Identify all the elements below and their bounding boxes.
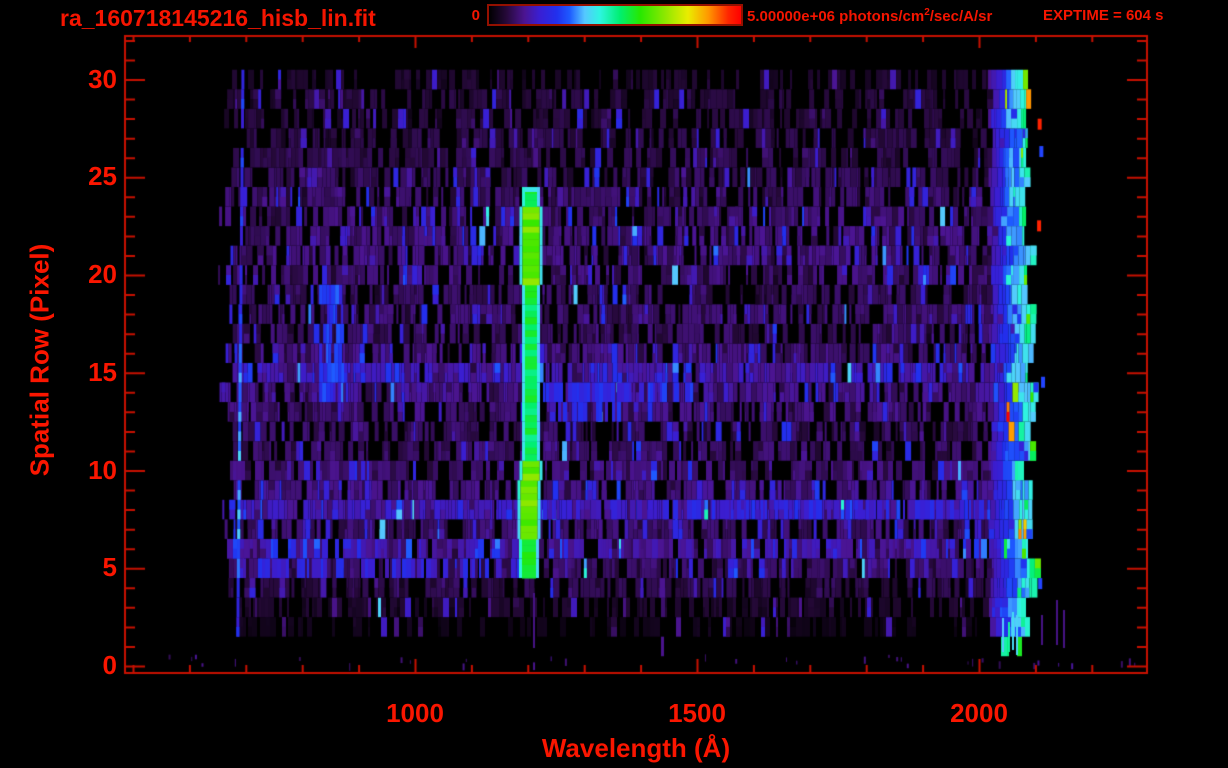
y-tick-label: 10: [88, 454, 117, 485]
colorbar-max-value: 5.00000e+06: [747, 8, 836, 25]
y-tick-label: 25: [88, 161, 117, 192]
spectrogram-canvas: [0, 0, 1228, 768]
x-tick-label: 2000: [950, 698, 1008, 728]
colorbar-units-prefix: photons/cm: [835, 8, 925, 25]
y-tick-label: 5: [102, 552, 117, 583]
colorbar-units-suffix: /sec/A/sr: [929, 8, 993, 25]
colorbar-min-label: 0: [471, 7, 480, 24]
y-tick-label: 0: [102, 650, 117, 680]
colorbar-gradient: [489, 6, 741, 24]
colorbar-max-label: 5.00000e+06 photons/cm2/sec/A/sr: [747, 7, 992, 25]
x-tick-label: 1500: [668, 698, 726, 728]
idl-plot-window: ra_160718145216_hisb_lin.fit 0 5.00000e+…: [0, 0, 1228, 768]
x-tick-label: 1000: [386, 698, 444, 728]
x-axis-title: Wavelength (Å): [541, 733, 731, 763]
y-tick-label: 15: [88, 356, 117, 387]
exptime-label: EXPTIME = 604 s: [1043, 7, 1164, 24]
plot-title: ra_160718145216_hisb_lin.fit: [60, 5, 376, 31]
y-tick-label: 20: [88, 259, 117, 289]
colorbar: [487, 4, 743, 26]
y-tick-label: 30: [88, 63, 117, 94]
y-axis-title: Spatial Row (Pixel): [24, 243, 55, 477]
